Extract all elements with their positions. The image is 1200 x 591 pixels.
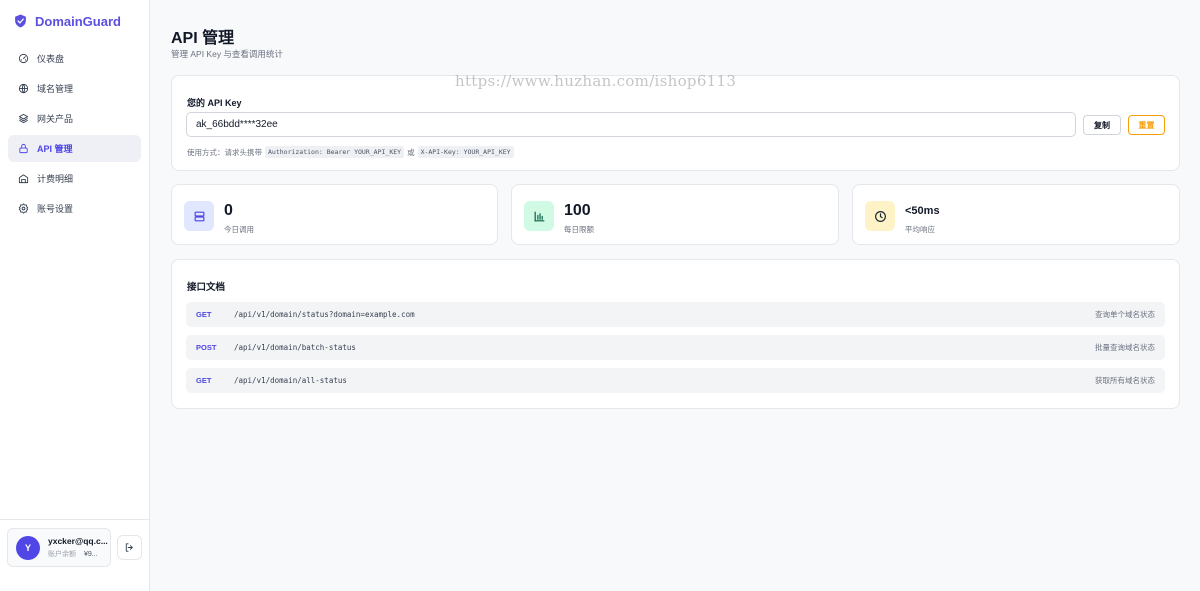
sidebar-item-api[interactable]: API 管理: [8, 135, 141, 162]
sidebar-item-billing[interactable]: 计费明细: [8, 165, 141, 192]
docs-title: 接口文档: [187, 282, 226, 293]
stat-label: 今日调用: [224, 225, 254, 234]
stat-card-avg-response: <50ms 平均响应: [852, 184, 1180, 245]
sidebar-item-label: 计费明细: [37, 174, 74, 184]
sidebar-divider: [0, 519, 149, 520]
endpoint-method: GET: [196, 310, 212, 319]
api-key-field[interactable]: ak_66bdd****32ee: [186, 112, 1076, 137]
brand-name: DomainGuard: [35, 13, 121, 29]
endpoint-desc: 获取所有域名状态: [1095, 376, 1155, 385]
sidebar-item-gateway[interactable]: 网关产品: [8, 105, 141, 132]
sidebar-item-label: API 管理: [37, 144, 73, 154]
stat-value: <50ms: [905, 205, 940, 217]
shield-icon: [15, 14, 26, 28]
api-key-title: 您的 API Key: [187, 98, 242, 108]
usage-hint: 使用方式：请求头携带 Authorization: Bearer YOUR_AP…: [187, 146, 517, 158]
endpoint-method: POST: [196, 343, 217, 352]
sidebar-item-domains[interactable]: 域名管理: [8, 75, 141, 102]
copy-button[interactable]: 复制: [1083, 115, 1121, 135]
sidebar: DomainGuard 仪表盘 域名管理 网关产品 API 管理 计费明细 账号…: [0, 0, 150, 591]
balance-amount: ¥9...: [84, 551, 98, 558]
endpoint-path: /api/v1/domain/batch-status: [234, 343, 356, 352]
usage-or: 或: [407, 147, 415, 157]
stat-icon-box: [524, 201, 554, 231]
logout-button[interactable]: [117, 535, 142, 560]
globe-icon: [18, 83, 29, 94]
sidebar-item-settings[interactable]: 账号设置: [8, 195, 141, 222]
user-email: yxcker@qq.c...: [48, 536, 108, 546]
user-balance: 账户余额 ¥9...: [48, 549, 108, 559]
stat-icon-box: [865, 201, 895, 231]
stat-value: 0: [224, 202, 233, 219]
usage-prefix: 使用方式：请求头携带: [187, 147, 262, 157]
billing-icon: [18, 174, 29, 184]
logout-icon: [125, 543, 133, 552]
reset-button[interactable]: 重置: [1128, 115, 1165, 135]
gear-icon: [18, 203, 29, 214]
usage-code-x-api-key: X-API-Key: YOUR_API_KEY: [417, 146, 514, 158]
stat-card-today-calls: 0 今日调用: [171, 184, 498, 245]
avatar: Y: [16, 535, 40, 560]
page-subtitle: 管理 API Key 与查看调用统计: [171, 49, 283, 59]
brand[interactable]: DomainGuard: [0, 0, 149, 42]
stat-value: 100: [564, 202, 591, 219]
stat-label: 每日限额: [564, 225, 594, 234]
lock-icon: [19, 143, 28, 154]
endpoint-path: /api/v1/domain/all-status: [234, 376, 347, 385]
endpoint-method: GET: [196, 376, 212, 385]
endpoint-desc: 查询单个域名状态: [1095, 310, 1155, 319]
server-icon: [194, 211, 204, 221]
endpoint-desc: 批量查询域名状态: [1095, 343, 1155, 352]
usage-code-authorization: Authorization: Bearer YOUR_API_KEY: [265, 146, 405, 158]
user-card[interactable]: Y yxcker@qq.c... 账户余额 ¥9...: [7, 528, 111, 567]
balance-label: 账户余额: [48, 551, 76, 558]
layers-icon: [18, 113, 29, 124]
sidebar-item-label: 账号设置: [37, 204, 74, 214]
stat-card-daily-limit: 100 每日限额: [511, 184, 839, 245]
endpoint-row[interactable]: GET /api/v1/domain/all-status 获取所有域名状态: [186, 368, 1165, 393]
stat-label: 平均响应: [905, 225, 935, 234]
sidebar-item-dashboard[interactable]: 仪表盘: [8, 45, 141, 72]
endpoint-path: /api/v1/domain/status?domain=example.com: [234, 310, 415, 319]
endpoint-row[interactable]: GET /api/v1/domain/status?domain=example…: [186, 302, 1165, 327]
sidebar-item-label: 域名管理: [37, 84, 74, 94]
gauge-icon: [18, 53, 29, 64]
bar-chart-icon: [534, 211, 544, 221]
clock-icon: [874, 210, 886, 222]
sidebar-item-label: 仪表盘: [37, 54, 65, 64]
page-title: API 管理: [171, 30, 235, 47]
api-docs-card: 接口文档 GET /api/v1/domain/status?domain=ex…: [171, 259, 1180, 409]
endpoint-row[interactable]: POST /api/v1/domain/batch-status 批量查询域名状…: [186, 335, 1165, 360]
sidebar-item-label: 网关产品: [37, 114, 74, 124]
stat-icon-box: [184, 201, 214, 231]
sidebar-nav: 仪表盘 域名管理 网关产品 API 管理 计费明细 账号设置: [0, 45, 149, 222]
watermark: https://www.huzhan.com/ishop6113: [455, 72, 737, 90]
user-info: yxcker@qq.c... 账户余额 ¥9...: [48, 536, 108, 559]
